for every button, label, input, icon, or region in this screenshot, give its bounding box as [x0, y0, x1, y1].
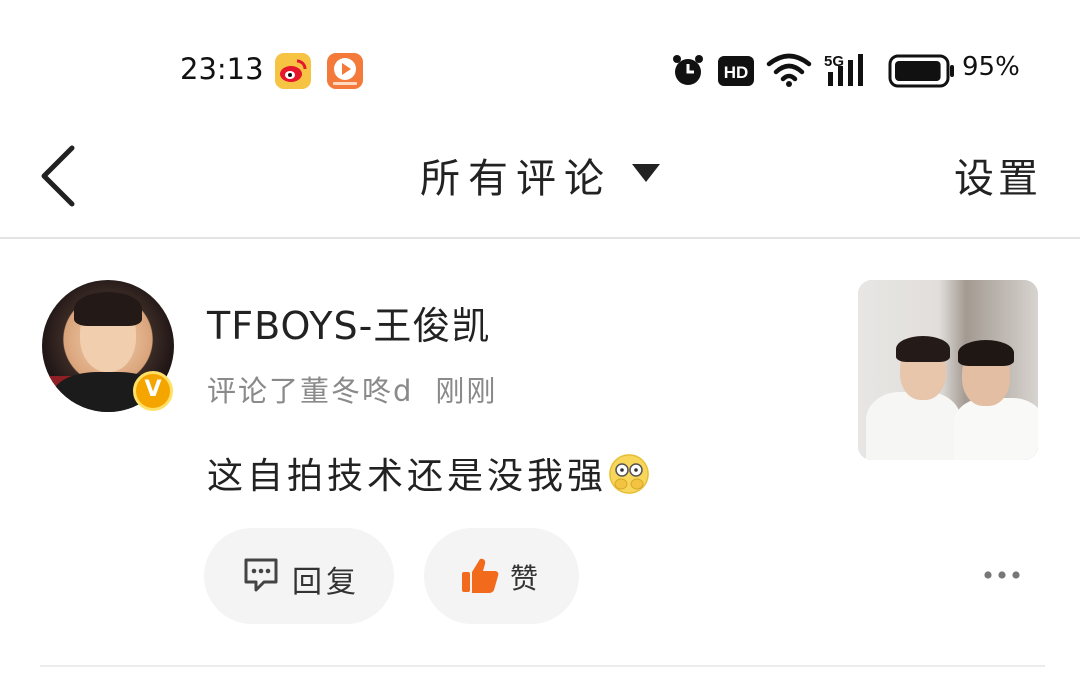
username[interactable]: TFBOYS-王俊凯	[207, 295, 490, 350]
video-app-icon	[327, 53, 363, 89]
battery-icon	[888, 54, 956, 94]
thumbnail-person-left	[866, 392, 961, 460]
more-options-button[interactable]	[980, 558, 1024, 592]
comment-filter-title[interactable]: 所有评论	[420, 146, 612, 204]
comment-bubble-icon	[242, 556, 280, 598]
post-thumbnail[interactable]	[858, 280, 1038, 460]
hug-emoji-icon	[609, 454, 650, 494]
hd-label: HD	[724, 63, 749, 82]
comment-meta: 评论了董冬咚d 刚刚	[207, 368, 497, 410]
wifi-icon	[766, 52, 812, 92]
back-button[interactable]	[30, 140, 90, 210]
comment-text: 这自拍技术还是没我强	[207, 447, 650, 499]
divider	[40, 665, 1045, 667]
thumbnail-person-right	[954, 398, 1038, 460]
settings-button[interactable]: 设置	[954, 146, 1042, 204]
status-time: 23:13	[180, 52, 264, 86]
thumbs-up-icon	[460, 556, 500, 600]
top-bar: 所有评论 设置	[0, 120, 1080, 239]
thumbnail-hair-left	[896, 336, 950, 362]
chevron-left-icon	[41, 145, 75, 207]
like-button[interactable]: 赞	[424, 528, 579, 624]
signal-icon: 5G	[824, 50, 874, 90]
like-label: 赞	[510, 562, 543, 595]
reply-button[interactable]: 回复	[204, 528, 394, 624]
reply-label: 回复	[292, 565, 360, 600]
thumbnail-hair-right	[958, 340, 1014, 366]
comment-action-text: 评论了董冬咚d	[207, 374, 414, 408]
alarm-icon	[670, 50, 706, 90]
weibo-app-icon	[275, 53, 311, 89]
status-bar: 23:13 HD 5G 95%	[0, 0, 1080, 140]
notifications-page: 23:13 HD 5G 95% 所有评论 设置 V TFBOYS-王俊凯 评论了…	[0, 0, 1080, 685]
comment-body: 这自拍技术还是没我强	[207, 456, 608, 497]
more-dots-icon	[984, 571, 1020, 579]
comment-timestamp: 刚刚	[435, 374, 498, 408]
verified-badge: V	[133, 371, 173, 411]
battery-percent: 95%	[962, 52, 1020, 82]
hd-icon: HD	[718, 56, 754, 96]
avatar-hair	[74, 292, 142, 326]
triangle-down-icon[interactable]	[632, 164, 660, 182]
